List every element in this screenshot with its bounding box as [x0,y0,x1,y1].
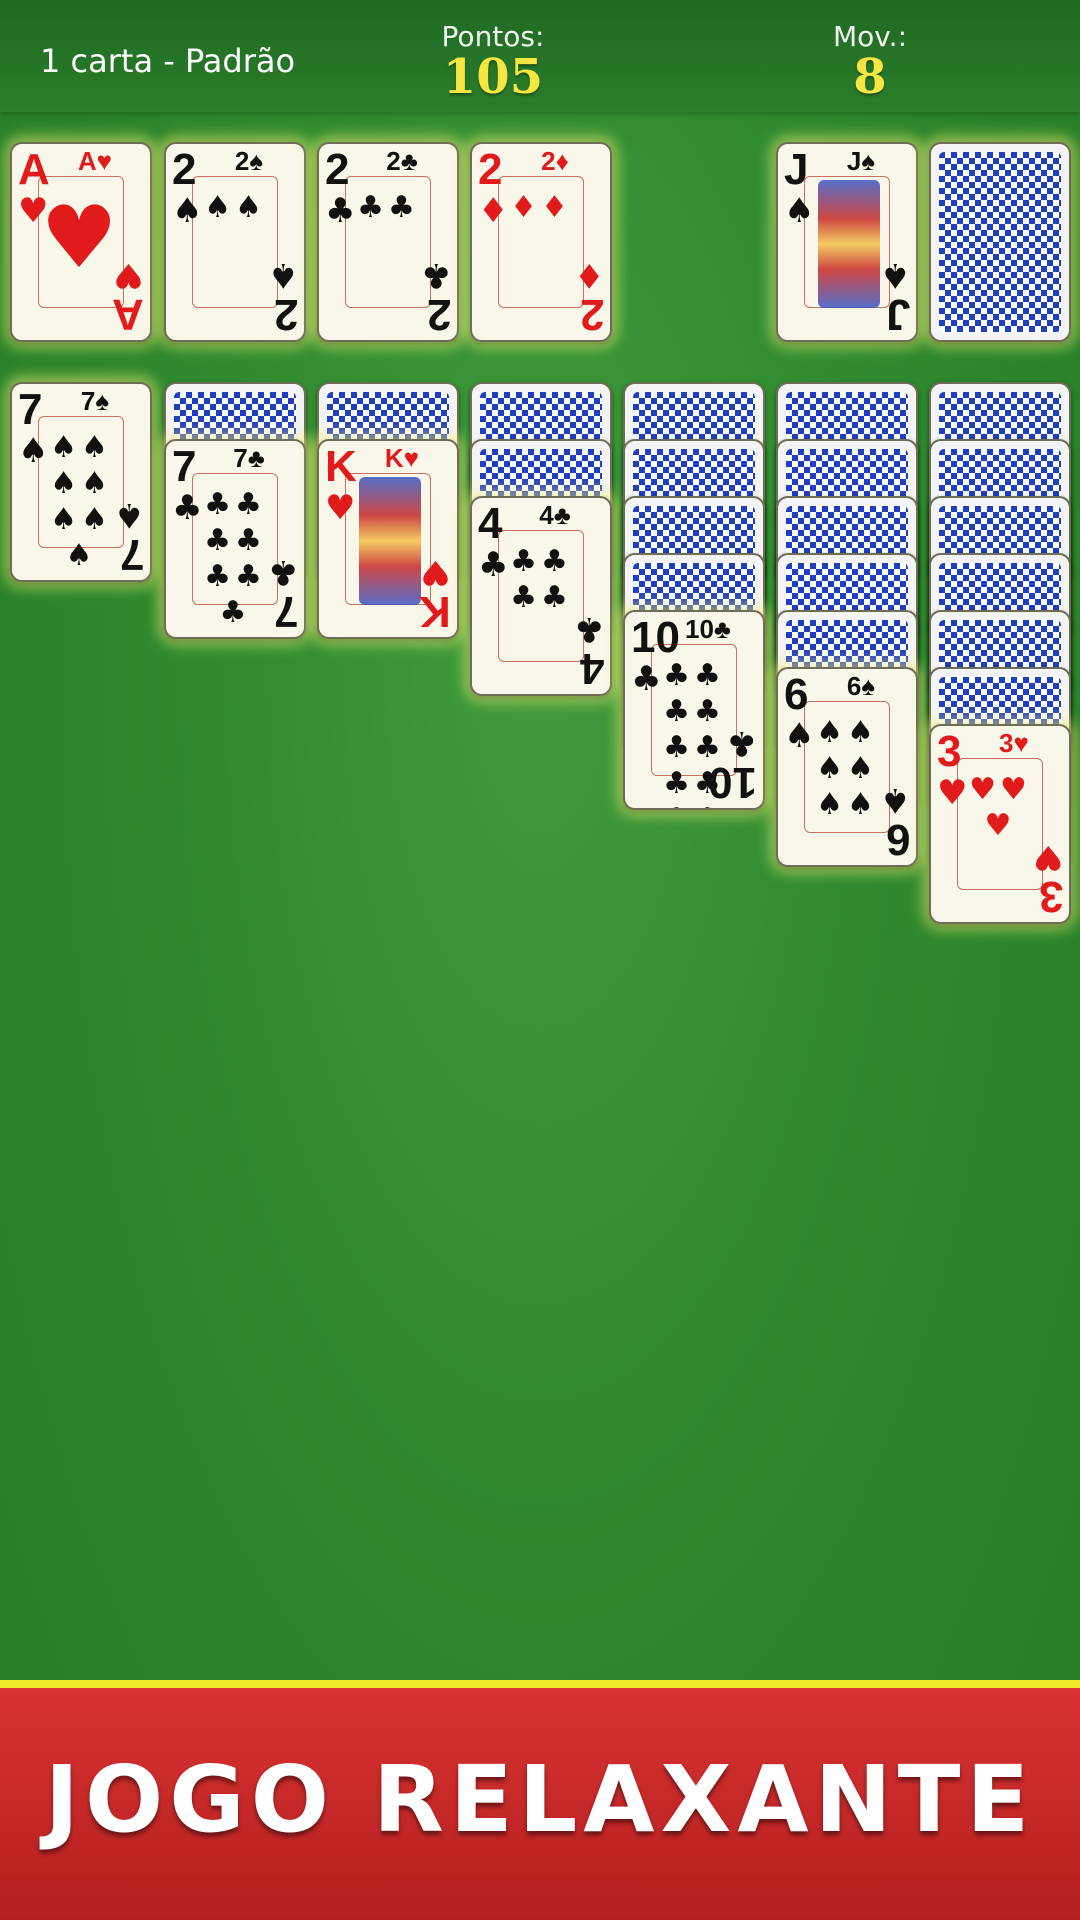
suit-icon: ♠ [784,191,815,231]
suit-icon-inverted: ♦ [573,255,604,295]
pip-icons: ♥♥ ♥ [969,772,1031,843]
card-index-top: 2♦ [541,146,569,176]
suit-icon-inverted: ♠ [879,780,910,820]
card-rank-inverted: 4 [579,644,604,693]
card-index-bottom: 10 ♣ [708,723,757,807]
foundation-pile-1[interactable]: A ♥ A♥ ♥ A ♥ [10,142,152,342]
suit-icon-inverted: ♠ [113,495,144,535]
card-index-top: K♥ [384,443,420,473]
card-index-bottom: 3 ♥ [1032,837,1063,921]
foundation-pile-4[interactable]: 2 ♦ 2♦ ♦♦ 2 ♦ [470,142,612,342]
suit-icon-inverted: ♥ [113,255,144,295]
card-rank-inverted: 2 [426,290,451,339]
card-index-bottom: 2 ♣ [420,255,451,339]
card-index-bottom: K ♥ [419,552,451,636]
tableau-3-top-card[interactable]: K ♥ K♥ K ♥ [317,439,459,639]
card-index-bottom: 7 ♣ [267,552,298,636]
card-rank-inverted: J [885,290,910,339]
waste-pile[interactable]: J ♠ J♠ J ♠ [776,142,918,342]
tableau-7-top-card[interactable]: 3 ♥ 3♥ ♥♥ ♥ 3 ♥ [929,724,1071,924]
card-index-top: 2♣ [386,146,418,176]
card-rank-inverted: 7 [273,587,298,636]
moves-label: Mov.: [832,20,908,53]
score-display: Pontos: 105 [393,20,593,105]
suit-icon: ♥ [325,488,356,528]
top-bar: 1 carta - Padrão Pontos: 105 Mov.: 8 [0,0,1080,112]
face-card-portrait [818,180,880,308]
tableau-4-top-card[interactable]: 4 ♣ 4♣ ♣♣ ♣♣ 4 ♣ [470,496,612,696]
card-index-top: 4♣ [539,500,571,530]
suit-icon-inverted: ♥ [420,552,451,592]
card-rank-inverted: 7 [119,530,144,579]
card-index-bottom: 6 ♠ [879,780,910,864]
card-index-top: 7♠ [80,386,110,416]
card-index-top: A♥ [77,146,113,176]
tableau-5-top-card[interactable]: 10♣10♣♣♣ ♣♣ ♣♣ ♣♣ ♣♣ 10♣ [623,610,765,810]
card-rank-inverted: 2 [579,290,604,339]
moves-value: 8 [853,49,887,105]
foundation-pile-2[interactable]: 2 ♠ 2♠ ♠♠ 2 ♠ [164,142,306,342]
score-value: 105 [442,49,544,105]
score-label: Pontos: [441,20,545,53]
suit-icon-inverted: ♣ [573,609,604,649]
card-back-pattern [939,152,1061,332]
card-index-top: 2♠ [234,146,264,176]
suit-icon-inverted: ♠ [267,255,298,295]
card-index-top: J♠ [846,146,876,176]
card-rank-inverted: 3 [1038,872,1063,921]
pip-icons: ♣♣ [357,190,419,225]
stock-pile[interactable] [929,142,1071,342]
card-rank-inverted: 6 [885,815,910,864]
card-rank-inverted: 10 [708,758,757,807]
pip-icons: ♦♦ [510,190,572,225]
suit-icon-inverted: ♣ [267,552,298,592]
suit-icon-inverted: ♣ [420,255,451,295]
banner-title: JOGO RELAXANTE [44,1746,1036,1853]
card-index-bottom: 2 ♠ [267,255,298,339]
card-index-bottom: 4 ♣ [573,609,604,693]
face-card-portrait [359,477,421,605]
suit-icon-inverted: ♠ [879,255,910,295]
card-index-top: 10♣ [685,614,731,644]
card-rank-inverted: 2 [273,290,298,339]
suit-icon-inverted: ♣ [726,723,757,763]
card-index-top: 6♠ [846,671,876,701]
card-index-top: 7♣ [233,443,265,473]
tableau-6-top-card[interactable]: 6 ♠ 6♠ ♠♠ ♠♠ ♠♠ 6 ♠ [776,667,918,867]
card-index-bottom: 2 ♦ [573,255,604,339]
pip-icons: ♠♠ [204,190,266,225]
suit-icon-inverted: ♥ [1032,837,1063,877]
promo-banner: JOGO RELAXANTE [0,1680,1080,1920]
card-rank-inverted: A [112,290,144,339]
foundation-pile-3[interactable]: 2 ♣ 2♣ ♣♣ 2 ♣ [317,142,459,342]
moves-display: Mov.: 8 [770,20,970,105]
game-mode-label[interactable]: 1 carta - Padrão [40,42,295,80]
tableau-2-top-card[interactable]: 7 ♣ 7♣ ♣♣ ♣♣ ♣♣ ♣ 7 ♣ [164,439,306,639]
card-rank-inverted: K [419,587,451,636]
card-index-top: 3♥ [999,728,1029,758]
card-index-bottom: 7 ♠ [113,495,144,579]
pip-icons: ♣♣ ♣♣ [510,544,572,615]
card-index-bottom: J ♠ [879,255,910,339]
card-index-bottom: A ♥ [112,255,144,339]
tableau-1-top-card[interactable]: 7 ♠ 7♠ ♠♠ ♠♠ ♠♠ ♠ 7 ♠ [10,382,152,582]
